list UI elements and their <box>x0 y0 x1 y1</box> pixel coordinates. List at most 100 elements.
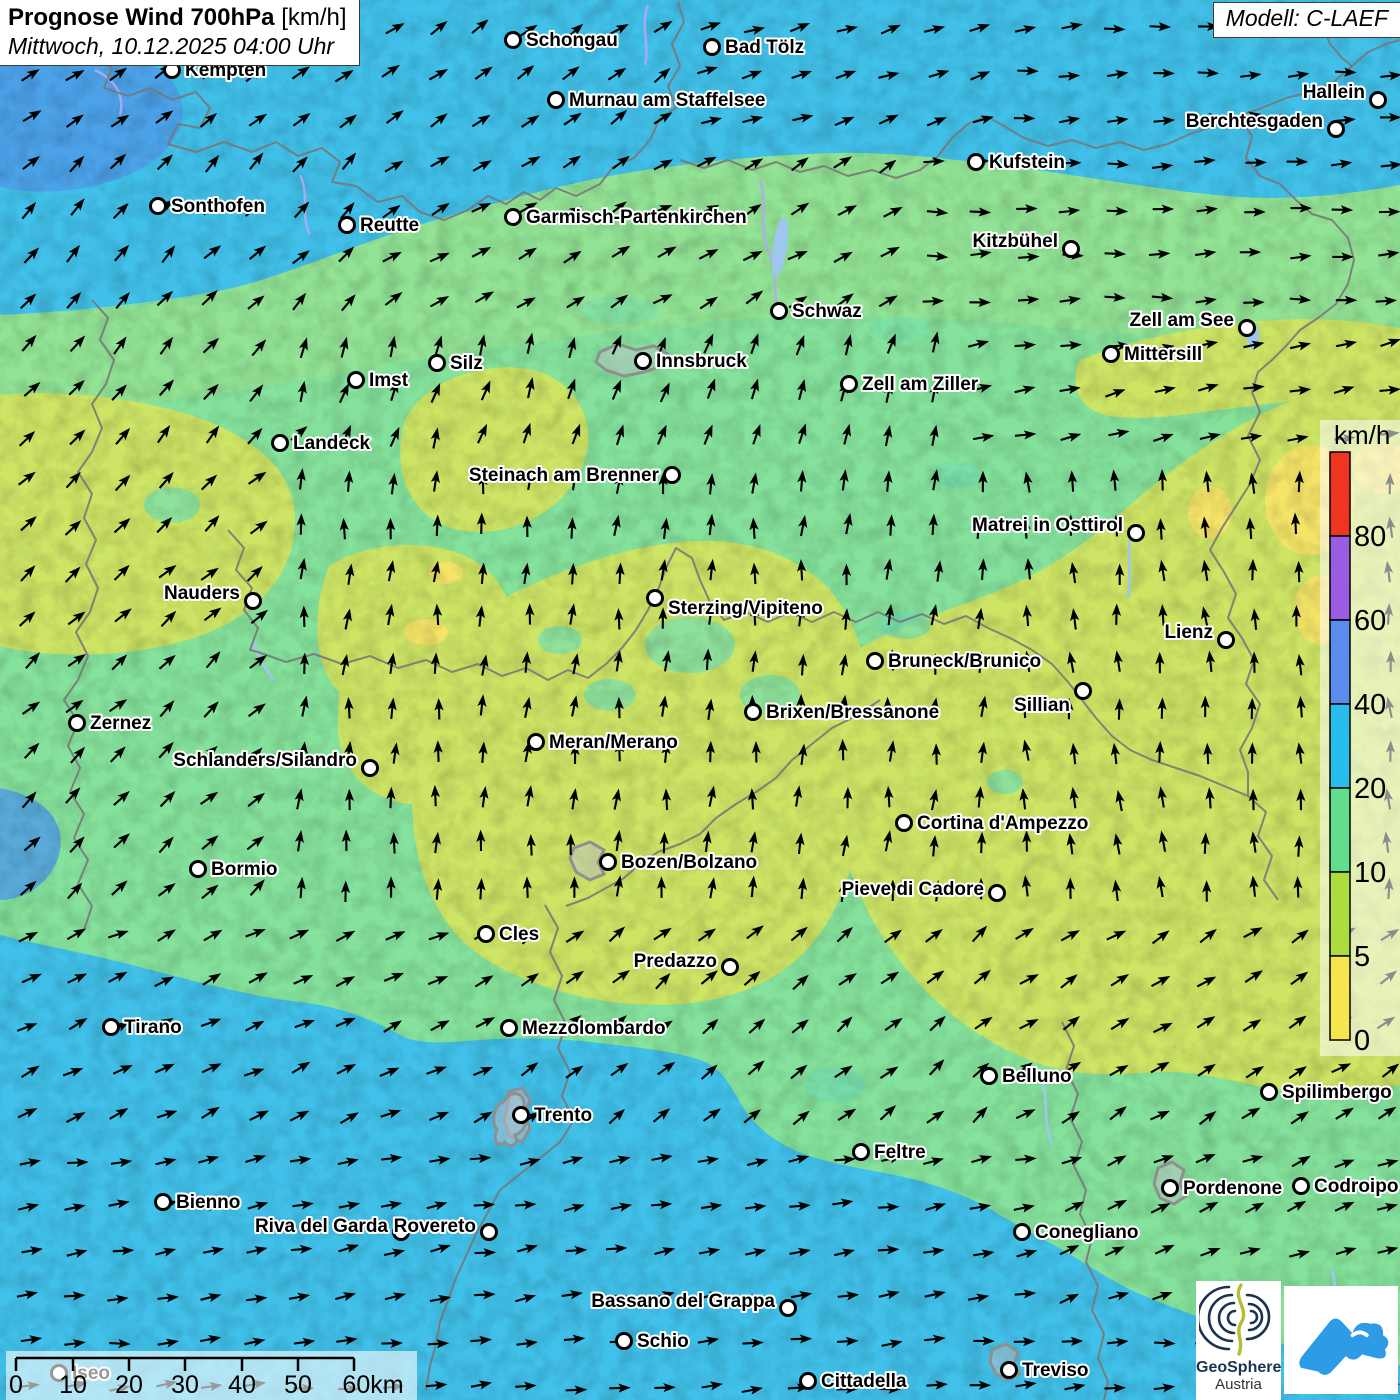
geosphere-country: Austria <box>1196 1377 1281 1394</box>
city-label: Schlanders/Silandro <box>173 750 357 771</box>
city-marker <box>842 377 857 392</box>
scale-bar: 0 10 20 30 40 50 60km <box>6 1351 417 1400</box>
city-marker <box>1219 633 1234 648</box>
city: Schio <box>617 1331 689 1352</box>
city-marker <box>1240 321 1255 336</box>
city-marker <box>636 354 651 369</box>
city: Feltre <box>854 1142 926 1163</box>
city-label: Treviso <box>1022 1360 1089 1381</box>
city-label: Garmisch-Partenkirchen <box>526 207 747 228</box>
city-label: Steinach am Brenner <box>469 465 660 486</box>
city-marker <box>1076 684 1091 699</box>
legend-unit-label: km/h <box>1334 420 1390 450</box>
city-marker <box>897 816 912 831</box>
city: Pieve di Cadore <box>841 879 1004 901</box>
city-marker <box>340 218 355 233</box>
city-label: Sillian <box>1014 695 1070 716</box>
city-marker <box>502 1021 517 1036</box>
scalebar-label: 0 <box>9 1371 23 1399</box>
city: Murnau am Staffelsee <box>549 90 766 111</box>
legend-segment <box>1330 452 1350 536</box>
city-label: Zell am See <box>1129 310 1234 331</box>
city-label: Sonthofen <box>171 196 265 217</box>
city: Cles <box>479 924 540 945</box>
city-marker <box>104 1020 119 1035</box>
legend-tick-label: 80 <box>1354 521 1386 553</box>
scalebar-label: 10 <box>59 1371 87 1399</box>
river <box>1128 540 1130 598</box>
city-label: Rovereto <box>394 1216 476 1237</box>
city-label: Zell am Ziller <box>862 374 979 395</box>
scalebar-label: 60km <box>342 1371 403 1399</box>
city: Bruneck/Brunico <box>868 651 1042 672</box>
mountain-cloud-icon <box>1293 1297 1389 1383</box>
city-marker <box>363 761 378 776</box>
city-label: Schongau <box>526 30 618 51</box>
legend-segment <box>1330 788 1350 872</box>
city-label: Bienno <box>176 1192 240 1213</box>
city-label: Kufstein <box>989 152 1065 173</box>
geosphere-name: GeoSphere <box>1196 1360 1281 1377</box>
city-label: Riva del Garda <box>255 1216 388 1237</box>
city-marker <box>868 654 883 669</box>
weather-map-canvas: SchongauBad TölzKemptenMurnau am Staffel… <box>0 0 1400 1400</box>
city-marker <box>1064 242 1079 257</box>
city-marker <box>746 705 761 720</box>
city: Imst <box>349 370 409 391</box>
city: Bassano del Grappa <box>591 1291 795 1316</box>
map-title-unit: [km/h] <box>281 4 346 31</box>
city-label: Zernez <box>90 713 151 734</box>
city-marker <box>617 1334 632 1349</box>
city-marker <box>969 155 984 170</box>
city: Silz <box>430 353 483 374</box>
city-marker <box>191 862 206 877</box>
city-marker <box>1015 1225 1030 1240</box>
city-label: Meran/Merano <box>549 732 678 753</box>
city-label: Schwaz <box>792 301 862 322</box>
legend-segment <box>1330 704 1350 788</box>
city-label: Silz <box>450 353 483 374</box>
city-marker <box>479 927 494 942</box>
city-marker <box>1163 1181 1178 1196</box>
city: Trento <box>514 1105 593 1126</box>
city-marker <box>648 591 663 606</box>
city-label: Tirano <box>124 1017 182 1038</box>
scalebar-label: 30 <box>171 1371 199 1399</box>
city-label: Lienz <box>1164 622 1213 643</box>
legend-segment <box>1330 536 1350 620</box>
scalebar-label: 40 <box>228 1371 256 1399</box>
map-datetime: Mittwoch, 10.12.2025 04:00 Uhr <box>8 33 351 60</box>
city-label: Predazzo <box>634 951 717 972</box>
legend-tick-label: 0 <box>1354 1025 1370 1057</box>
city-label: Cles <box>499 924 539 945</box>
city-label: Codroipo <box>1314 1176 1398 1197</box>
city-marker <box>430 356 445 371</box>
city: Mezzolombardo <box>502 1018 666 1039</box>
city-marker <box>70 716 85 731</box>
geosphere-logo-box: GeoSphere Austria <box>1196 1281 1281 1400</box>
city-label: Trento <box>534 1105 592 1126</box>
city-label: Hallein <box>1303 82 1365 103</box>
partner-logo-box <box>1284 1286 1398 1394</box>
city-marker <box>723 960 738 975</box>
city-marker <box>482 1225 497 1240</box>
city-label: Berchtesgaden <box>1186 111 1323 132</box>
city-label: Feltre <box>874 1142 926 1163</box>
city: Meran/Merano <box>529 732 678 753</box>
city-label: Bruneck/Brunico <box>888 651 1041 672</box>
city-marker <box>151 199 166 214</box>
legend-tick-label: 10 <box>1354 857 1386 889</box>
city: Steinach am Brenner <box>469 465 680 486</box>
legend-tick-label: 60 <box>1354 605 1386 637</box>
scalebar-label: 50 <box>284 1371 312 1399</box>
wind-map-svg: SchongauBad TölzKemptenMurnau am Staffel… <box>0 0 1400 1400</box>
city-label: Matrei in Osttirol <box>972 515 1123 536</box>
city-marker <box>156 1195 171 1210</box>
geosphere-logo-icon <box>1199 1281 1279 1357</box>
city-label: Cittadella <box>821 1371 907 1392</box>
scalebar-label: 20 <box>115 1371 143 1399</box>
legend-tick-label: 5 <box>1354 941 1370 973</box>
city-label: Cortina d'Ampezzo <box>917 813 1088 834</box>
city-marker <box>1002 1363 1017 1378</box>
city-label: Reutte <box>360 215 419 236</box>
